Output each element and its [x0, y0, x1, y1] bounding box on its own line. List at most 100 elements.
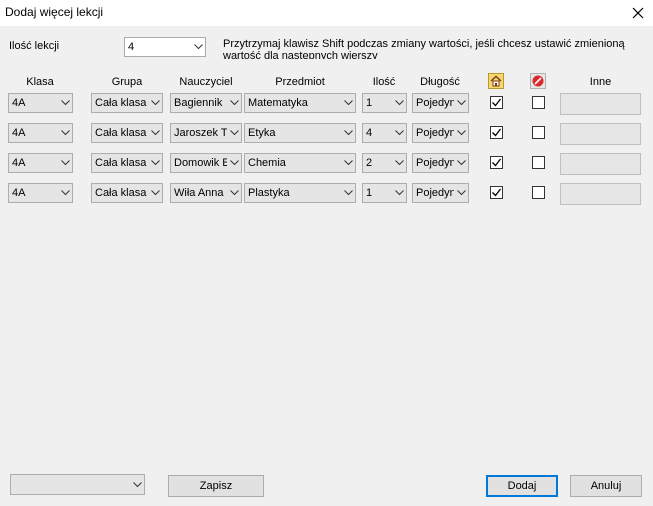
ilosc-value: 1 [366, 97, 373, 109]
dlugosc-select[interactable]: Pojedyn [412, 93, 469, 113]
przedmiot-value: Matematyka [248, 97, 308, 109]
chevron-down-icon [227, 94, 241, 112]
block-checkbox[interactable] [532, 186, 545, 199]
title-bar: Dodaj więcej lekcji [0, 0, 653, 26]
check-icon [492, 98, 502, 107]
chevron-down-icon [227, 154, 241, 172]
grupa-select[interactable]: Cała klasa [91, 183, 163, 203]
cancel-button[interactable]: Anuluj [570, 475, 642, 497]
chevron-down-icon [454, 124, 468, 142]
lesson-count-select[interactable]: 4 [124, 37, 206, 57]
inne-field[interactable] [560, 183, 641, 205]
chevron-down-icon [130, 475, 144, 494]
chevron-down-icon [148, 94, 162, 112]
chevron-down-icon [58, 94, 72, 112]
inne-field[interactable] [560, 153, 641, 175]
chevron-down-icon [392, 94, 406, 112]
grupa-value: Cała klasa [95, 187, 147, 199]
save-button[interactable]: Zapisz [168, 475, 264, 497]
home-checkbox[interactable] [490, 126, 503, 139]
klasa-select[interactable]: 4A [8, 153, 73, 173]
preset-select[interactable] [10, 474, 145, 495]
ilosc-select[interactable]: 4 [362, 123, 407, 143]
lesson-count-label: Ilość lekcji [9, 40, 60, 52]
nauczyciel-select[interactable]: Domowik E [170, 153, 242, 173]
chevron-down-icon [58, 154, 72, 172]
ilosc-select[interactable]: 2 [362, 153, 407, 173]
shift-hint: Przytrzymaj klawisz Shift podczas zmiany… [223, 38, 625, 59]
przedmiot-select[interactable]: Etyka [244, 123, 356, 143]
klasa-value: 4A [12, 97, 26, 109]
ilosc-select[interactable]: 1 [362, 183, 407, 203]
home-checkbox[interactable] [490, 156, 503, 169]
header-przedmiot: Przedmiot [275, 76, 325, 88]
klasa-select[interactable]: 4A [8, 123, 73, 143]
chevron-down-icon [148, 184, 162, 202]
home-icon [488, 73, 504, 89]
check-icon [492, 188, 502, 197]
window-title: Dodaj więcej lekcji [5, 5, 104, 19]
inne-field[interactable] [560, 123, 641, 145]
block-checkbox[interactable] [532, 156, 545, 169]
add-button[interactable]: Dodaj [486, 475, 558, 497]
przedmiot-select[interactable]: Plastyka [244, 183, 356, 203]
home-checkbox[interactable] [490, 186, 503, 199]
grupa-select[interactable]: Cała klasa [91, 123, 163, 143]
dlugosc-value: Pojedyn [416, 127, 454, 139]
klasa-value: 4A [12, 187, 26, 199]
nauczyciel-value: Wiła Anna [174, 187, 224, 199]
block-checkbox[interactable] [532, 126, 545, 139]
chevron-down-icon [392, 154, 406, 172]
chevron-down-icon [392, 124, 406, 142]
chevron-down-icon [148, 154, 162, 172]
grupa-select[interactable]: Cała klasa [91, 93, 163, 113]
check-icon [492, 158, 502, 167]
dlugosc-select[interactable]: Pojedyn [412, 123, 469, 143]
chevron-down-icon [341, 124, 355, 142]
nauczyciel-value: Domowik E [174, 157, 227, 169]
header-dlugosc: Długość [420, 76, 460, 88]
chevron-down-icon [341, 184, 355, 202]
no-entry-icon [530, 73, 546, 89]
przedmiot-value: Etyka [248, 127, 276, 139]
ilosc-select[interactable]: 1 [362, 93, 407, 113]
header-klasa: Klasa [26, 76, 54, 87]
dlugosc-value: Pojedyn [416, 157, 454, 169]
close-button[interactable] [623, 0, 653, 26]
lesson-count-value: 4 [128, 41, 135, 53]
header-ilosc: Ilość [372, 76, 396, 88]
przedmiot-value: Plastyka [248, 187, 290, 199]
ilosc-value: 2 [366, 157, 373, 169]
block-checkbox[interactable] [532, 96, 545, 109]
grupa-value: Cała klasa [95, 97, 147, 109]
nauczyciel-select[interactable]: Jaroszek T [170, 123, 242, 143]
dlugosc-select[interactable]: Pojedyn [412, 153, 469, 173]
klasa-select[interactable]: 4A [8, 93, 73, 113]
chevron-down-icon [58, 184, 72, 202]
chevron-down-icon [58, 124, 72, 142]
przedmiot-select[interactable]: Matematyka [244, 93, 356, 113]
grupa-value: Cała klasa [95, 127, 147, 139]
przedmiot-value: Chemia [248, 157, 286, 169]
nauczyciel-select[interactable]: Wiła Anna [170, 183, 242, 203]
dlugosc-select[interactable]: Pojedyn [412, 183, 469, 203]
header-inne: Inne [589, 76, 612, 88]
inne-field[interactable] [560, 93, 641, 115]
klasa-select[interactable]: 4A [8, 183, 73, 203]
chevron-down-icon [227, 184, 241, 202]
chevron-down-icon [148, 124, 162, 142]
chevron-down-icon [341, 94, 355, 112]
grupa-select[interactable]: Cała klasa [91, 153, 163, 173]
chevron-down-icon [392, 184, 406, 202]
check-icon [492, 128, 502, 137]
nauczyciel-value: Jaroszek T [174, 127, 227, 139]
chevron-down-icon [191, 38, 205, 56]
home-checkbox[interactable] [490, 96, 503, 109]
nauczyciel-select[interactable]: Bagiennik [170, 93, 242, 113]
chevron-down-icon [454, 184, 468, 202]
nauczyciel-value: Bagiennik [174, 97, 223, 109]
header-nauczyciel: Nauczyciel [179, 76, 233, 88]
dlugosc-value: Pojedyn [416, 187, 454, 199]
przedmiot-select[interactable]: Chemia [244, 153, 356, 173]
chevron-down-icon [341, 154, 355, 172]
